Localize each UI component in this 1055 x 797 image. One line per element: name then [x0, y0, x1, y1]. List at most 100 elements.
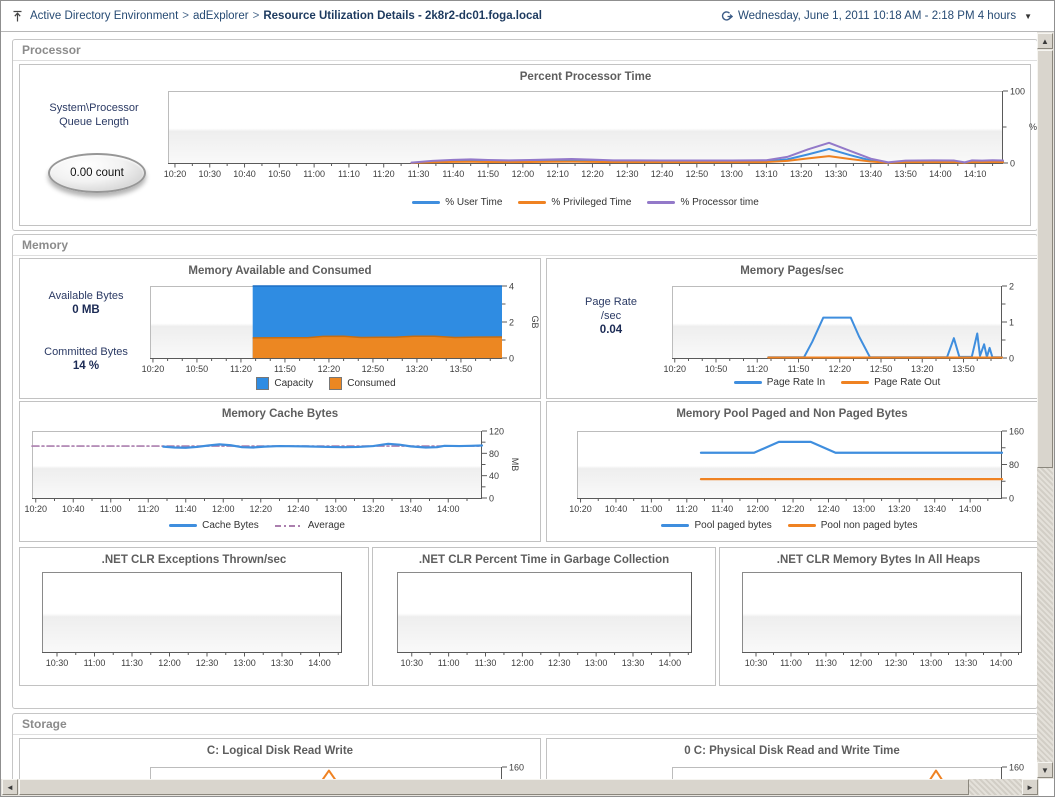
svg-text:11:00: 11:00 [303, 169, 325, 179]
svg-text:80: 80 [489, 449, 499, 459]
svg-text:11:20: 11:20 [676, 504, 698, 514]
scroll-up-button[interactable]: ▲ [1037, 33, 1053, 49]
chart-title: .NET CLR Exceptions Thrown/sec [101, 554, 287, 566]
chart-title: Memory Pages/sec [740, 265, 844, 277]
svg-text:12:00: 12:00 [850, 658, 873, 668]
svg-text:11:00: 11:00 [84, 658, 106, 668]
svg-text:2: 2 [1009, 282, 1014, 292]
svg-text:14:00: 14:00 [659, 658, 682, 668]
memory-available-chart[interactable]: 10:20 10:50 11:20 11:50 12:20 12:50 13:20 13:50… [142, 282, 546, 384]
breadcrumb-link-environment[interactable]: Active Directory Environment [30, 10, 178, 22]
svg-text:11:30: 11:30 [408, 169, 430, 179]
svg-text:13:20: 13:20 [362, 504, 385, 514]
svg-text:11:10: 11:10 [338, 169, 360, 179]
svg-text:11:00: 11:00 [640, 504, 662, 514]
legend-swatch [518, 201, 547, 204]
legend-swatch [661, 524, 690, 527]
vertical-scrollbar[interactable]: ▲ ▼ [1037, 32, 1054, 779]
horizontal-scroll-thumb[interactable] [19, 779, 969, 795]
svg-text:10:20: 10:20 [24, 504, 47, 514]
drag-handle-icon [13, 10, 22, 21]
scroll-down-button[interactable]: ▼ [1037, 762, 1053, 778]
svg-text:160: 160 [1009, 427, 1024, 437]
svg-text:13:30: 13:30 [622, 658, 645, 668]
legend-label: % Privileged Time [551, 197, 632, 208]
svg-text:10:40: 10:40 [233, 169, 256, 179]
legend-item: Page Rate In [733, 377, 825, 388]
timerange-dropdown-icon: ▼ [1024, 11, 1032, 21]
chart-title: Memory Pool Paged and Non Paged Bytes [676, 408, 908, 420]
svg-text:10:20: 10:20 [663, 364, 686, 374]
svg-text:13:30: 13:30 [825, 169, 848, 179]
net-gc-chart[interactable]: 10:30 11:00 11:30 12:00 12:30 13:00 13:30 14:00 [397, 572, 736, 678]
net-exceptions-chart[interactable]: 10:30 11:00 11:30 12:00 12:30 13:00 13:30 14:00 [42, 572, 386, 678]
legend-swatch [787, 524, 816, 527]
svg-text:12:20: 12:20 [249, 504, 272, 514]
svg-text:13:00: 13:00 [853, 504, 876, 514]
chart-title: .NET CLR Percent Time in Garbage Collect… [418, 554, 670, 566]
breadcrumb-current-page: Resource Utilization Details - 2k8r2-dc0… [263, 10, 542, 22]
net-heaps-chart[interactable]: 10:30 11:00 11:30 12:00 12:30 13:00 13:30 14:00 [742, 572, 1039, 678]
percent-processor-time-chart[interactable]: 10:20 10:30 10:40 10:50 11:00 11:10 11:20 11:30… [164, 87, 1039, 189]
legend-item: Page Rate Out [841, 377, 940, 388]
svg-text:14:00: 14:00 [437, 504, 460, 514]
svg-text:4: 4 [509, 282, 514, 292]
scroll-left-button[interactable]: ◄ [2, 779, 18, 795]
memory-pool-box: Memory Pool Paged and Non Paged Bytes 10… [546, 401, 1038, 542]
svg-text:13:30: 13:30 [271, 658, 294, 668]
legend-item: % Processor time [647, 197, 759, 208]
svg-text:10:50: 10:50 [268, 169, 291, 179]
svg-text:12:30: 12:30 [548, 658, 571, 668]
net-gc-box: .NET CLR Percent Time in Garbage Collect… [372, 547, 716, 686]
app-window: Active Directory Environment > adExplore… [0, 0, 1055, 797]
memory-cache-box: Memory Cache Bytes 10:20 10:40 11:00 11:20 1… [19, 401, 541, 542]
timerange-icon [721, 10, 733, 21]
svg-text:12:20: 12:20 [782, 504, 805, 514]
svg-text:11:00: 11:00 [100, 504, 122, 514]
svg-text:1: 1 [1009, 318, 1014, 328]
svg-text:12:40: 12:40 [651, 169, 674, 179]
memory-pages-chart[interactable]: 10:20 10:50 11:20 11:50 12:20 12:50 13:20 13:50… [663, 282, 1039, 384]
vertical-scroll-thumb[interactable] [1037, 50, 1053, 468]
timerange-selector[interactable]: Wednesday, June 1, 2011 10:18 AM - 2:18 … [720, 1, 1032, 31]
scroll-right-button[interactable]: ► [1022, 779, 1038, 795]
svg-text:10:30: 10:30 [400, 658, 423, 668]
svg-text:14:00: 14:00 [308, 658, 331, 668]
legend-label: Pool paged bytes [694, 520, 772, 531]
svg-text:13:10: 13:10 [755, 169, 778, 179]
memory-cache-chart[interactable]: 10:20 10:40 11:00 11:20 11:40 12:00 12:20 12:40… [24, 427, 526, 524]
svg-text:13:20: 13:20 [406, 364, 429, 374]
memory-pool-chart[interactable]: 10:20 10:40 11:00 11:20 11:40 12:00 12:20 12:40… [569, 427, 1039, 524]
processor-panel: Processor System\Processor Queue Length … [12, 39, 1038, 231]
legend-item: Capacity [256, 377, 313, 390]
svg-text:13:00: 13:00 [233, 658, 256, 668]
legend-label: Page Rate Out [874, 377, 941, 388]
svg-text:11:40: 11:40 [711, 504, 733, 514]
breadcrumb-link-adexplorer[interactable]: adExplorer [193, 10, 249, 22]
svg-text:%: % [1029, 122, 1037, 132]
svg-text:12:30: 12:30 [196, 658, 219, 668]
chart-title: .NET CLR Memory Bytes In All Heaps [776, 554, 981, 566]
svg-text:10:40: 10:40 [62, 504, 85, 514]
svg-text:11:50: 11:50 [788, 364, 810, 374]
svg-text:11:30: 11:30 [815, 658, 837, 668]
chart-title: C: Logical Disk Read Write [206, 745, 354, 757]
svg-text:11:20: 11:20 [373, 169, 395, 179]
svg-text:0: 0 [1010, 159, 1015, 169]
svg-text:10:30: 10:30 [46, 658, 69, 668]
svg-text:13:50: 13:50 [450, 364, 473, 374]
svg-text:2: 2 [509, 318, 514, 328]
svg-text:13:30: 13:30 [955, 658, 978, 668]
processor-queue-gauge[interactable]: 0.00 count [48, 153, 146, 193]
horizontal-scroll-track[interactable] [969, 779, 1022, 795]
svg-text:13:50: 13:50 [952, 364, 975, 374]
svg-text:GB: GB [530, 315, 540, 328]
processor-queue-label: System\Processor Queue Length [49, 102, 139, 128]
legend-label: Average [307, 520, 345, 531]
legend-swatch [647, 201, 676, 204]
legend-item: Consumed [329, 377, 396, 390]
vertical-scroll-track[interactable] [1037, 468, 1053, 762]
legend-swatch [274, 524, 303, 527]
legend-swatch [412, 201, 441, 204]
horizontal-scrollbar[interactable]: ◄ ► [1, 779, 1039, 796]
